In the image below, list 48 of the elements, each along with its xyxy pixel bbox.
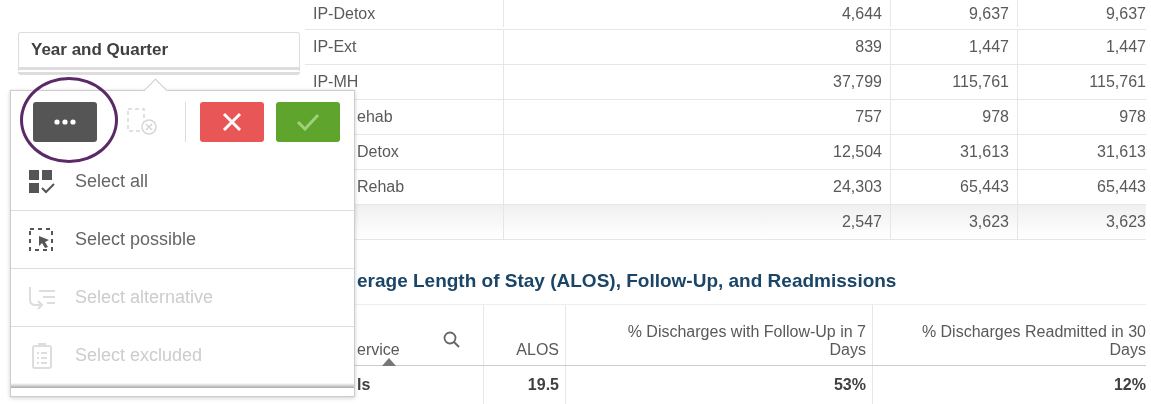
alternative-list-icon xyxy=(27,285,57,310)
table-cell: ls xyxy=(357,376,371,394)
filter-title: Year and Quarter xyxy=(31,40,168,60)
table-cell: 1,447 xyxy=(1105,38,1146,56)
more-button[interactable] xyxy=(33,102,97,142)
column-header[interactable]: ALOS xyxy=(516,341,559,359)
menu-item[interactable]: Select all xyxy=(11,153,354,211)
table-cell: 24,303 xyxy=(833,178,882,196)
table-cell: 53% xyxy=(833,376,866,394)
table-cell: 978 xyxy=(982,108,1009,126)
column-header[interactable]: ervice xyxy=(357,341,400,359)
table-cell: 19.5 xyxy=(527,376,559,394)
table-cell: 31,613 xyxy=(1097,143,1146,161)
column-header[interactable]: % Discharges Readmitted in 30 Days xyxy=(896,323,1146,359)
table-cell: Rehab xyxy=(357,178,405,196)
table-cell: 12,504 xyxy=(833,143,882,161)
table-cell: 115,761 xyxy=(952,73,1009,91)
menu-item[interactable]: Select possible xyxy=(11,211,354,269)
table-cell: 3,623 xyxy=(1105,213,1146,231)
search-icon[interactable] xyxy=(443,331,461,349)
table-cell: 978 xyxy=(1119,108,1146,126)
table-cell: 9,637 xyxy=(968,4,1009,23)
filter-box[interactable]: Year and Quarter xyxy=(18,32,300,75)
table-cell: IP-MH xyxy=(313,73,359,91)
table-cell: 31,613 xyxy=(960,143,1009,161)
table-cell: 9,637 xyxy=(1105,4,1146,23)
grid-check-icon xyxy=(27,169,57,194)
table-cell: 2,547 xyxy=(841,213,882,231)
table-cell: 37,799 xyxy=(833,73,882,91)
table-cell: 4,644 xyxy=(841,4,882,23)
table-cell: 3,623 xyxy=(968,213,1009,231)
table-cell: Detox xyxy=(357,143,399,161)
table-cell: 1,447 xyxy=(968,38,1009,56)
table-cell: 839 xyxy=(855,38,882,56)
chart-title: erage Length of Stay (ALOS), Follow-Up, and Readmissions xyxy=(357,270,898,292)
check-icon xyxy=(296,113,320,131)
table-cell: 12% xyxy=(1113,376,1146,394)
cancel-button[interactable] xyxy=(200,102,264,142)
table-cell: 757 xyxy=(855,108,882,126)
table-cell: IP-Detox xyxy=(313,4,376,23)
table-cell: 115,761 xyxy=(1089,73,1146,91)
dots-icon xyxy=(54,119,76,125)
close-icon xyxy=(222,112,242,132)
table-cell: ehab xyxy=(357,108,393,126)
table-cell: 65,443 xyxy=(960,178,1009,196)
column-header[interactable]: % Discharges with Follow-Up in 7 Days xyxy=(604,323,866,359)
table-cell: IP-Ext xyxy=(313,38,357,56)
table-cell: 65,443 xyxy=(1097,178,1146,196)
